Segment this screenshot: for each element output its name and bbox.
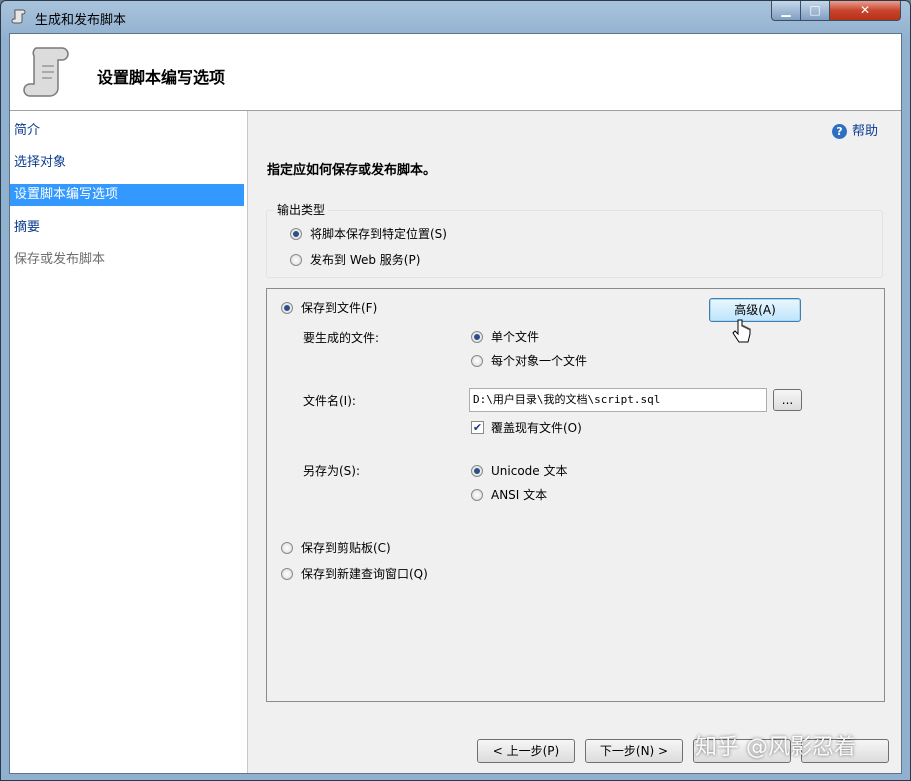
radio-button[interactable] <box>281 301 293 314</box>
radio-button[interactable] <box>281 567 293 580</box>
maximize-button[interactable]: □ <box>800 1 830 21</box>
dialog-client: 设置脚本编写选项 简介 选择对象 设置脚本编写选项 摘要 保存或发布脚本 ? 帮助… <box>9 33 902 774</box>
radio-label: 保存到文件(F) <box>301 301 378 315</box>
radio-save-to-query-window[interactable]: 保存到新建查询窗口(Q) <box>281 565 428 582</box>
page-title: 设置脚本编写选项 <box>97 68 226 87</box>
close-button[interactable]: ✕ <box>829 1 901 21</box>
title-bar[interactable]: 生成和发布脚本 ▁ □ ✕ <box>1 1 910 33</box>
radio-button[interactable] <box>290 253 302 266</box>
radio-save-to-location[interactable]: 将脚本保存到特定位置(S) <box>290 225 447 242</box>
radio-single-file[interactable]: 单个文件 <box>471 328 539 345</box>
file-name-label: 文件名(I): <box>303 394 356 408</box>
save-options-panel <box>266 288 885 702</box>
radio-button[interactable] <box>471 354 483 367</box>
maximize-icon: □ <box>809 3 821 17</box>
file-name-input[interactable]: D:\用户目录\我的文档\script.sql <box>469 388 767 412</box>
nav-item-scripting-options[interactable]: 设置脚本编写选项 <box>10 184 244 206</box>
hand-cursor-icon <box>732 319 751 343</box>
radio-label: 发布到 Web 服务(P) <box>310 253 421 267</box>
radio-file-per-object[interactable]: 每个对象一个文件 <box>471 352 587 369</box>
script-scroll-icon <box>23 47 69 97</box>
help-link[interactable]: ? 帮助 <box>832 120 878 139</box>
wizard-window: 生成和发布脚本 ▁ □ ✕ 设置脚本编写选项 简介 选择对象 设置脚本编写选项 … <box>0 0 911 781</box>
section-title: 指定应如何保存或发布脚本。 <box>267 163 437 178</box>
close-icon: ✕ <box>859 3 871 17</box>
previous-button[interactable]: < 上一步(P) <box>477 739 575 763</box>
overwrite-checkbox[interactable]: ✔ <box>471 421 484 434</box>
radio-label: 单个文件 <box>491 330 540 344</box>
radio-publish-web-service[interactable]: 发布到 Web 服务(P) <box>290 251 420 268</box>
nav-item-choose-objects[interactable]: 选择对象 <box>10 152 244 174</box>
radio-button[interactable] <box>471 464 483 477</box>
radio-label: 保存到剪贴板(C) <box>301 541 391 555</box>
radio-ansi-text[interactable]: ANSI 文本 <box>471 486 547 503</box>
minimize-button[interactable]: ▁ <box>771 1 801 21</box>
script-scroll-icon <box>11 9 26 24</box>
radio-label: 将脚本保存到特定位置(S) <box>310 227 447 241</box>
window-title: 生成和发布脚本 <box>35 13 127 28</box>
radio-button[interactable] <box>290 227 302 240</box>
wizard-header: 设置脚本编写选项 <box>10 34 901 111</box>
help-label: 帮助 <box>852 124 879 139</box>
wizard-nav: 简介 选择对象 设置脚本编写选项 摘要 保存或发布脚本 <box>10 111 248 773</box>
radio-label: 保存到新建查询窗口(Q) <box>301 567 428 581</box>
nav-item-intro[interactable]: 简介 <box>10 120 244 142</box>
nav-item-save-or-publish: 保存或发布脚本 <box>14 252 106 267</box>
help-question-icon: ? <box>832 124 847 139</box>
nav-item-summary[interactable]: 摘要 <box>10 217 244 239</box>
minimize-icon: ▁ <box>781 3 791 17</box>
radio-button[interactable] <box>281 541 293 554</box>
radio-save-to-clipboard[interactable]: 保存到剪贴板(C) <box>281 539 391 556</box>
advanced-button[interactable]: 高级(A) <box>709 298 801 322</box>
files-to-generate-label: 要生成的文件: <box>303 331 380 345</box>
browse-button[interactable]: ... <box>773 389 802 411</box>
next-button[interactable]: 下一步(N) > <box>585 739 683 763</box>
radio-unicode-text[interactable]: Unicode 文本 <box>471 462 567 479</box>
watermark: 知乎 @风影忍着 <box>695 735 856 760</box>
radio-button[interactable] <box>471 330 483 343</box>
overwrite-label: 覆盖现有文件(O) <box>491 421 582 435</box>
overwrite-checkbox-row[interactable]: ✔ 覆盖现有文件(O) <box>471 419 582 436</box>
radio-label: ANSI 文本 <box>491 488 548 502</box>
radio-label: 每个对象一个文件 <box>491 354 588 368</box>
radio-button[interactable] <box>471 488 483 501</box>
output-type-label: 输出类型 <box>274 201 329 218</box>
radio-save-to-file[interactable]: 保存到文件(F) <box>281 299 377 316</box>
save-as-label: 另存为(S): <box>303 464 361 478</box>
radio-label: Unicode 文本 <box>491 464 568 478</box>
